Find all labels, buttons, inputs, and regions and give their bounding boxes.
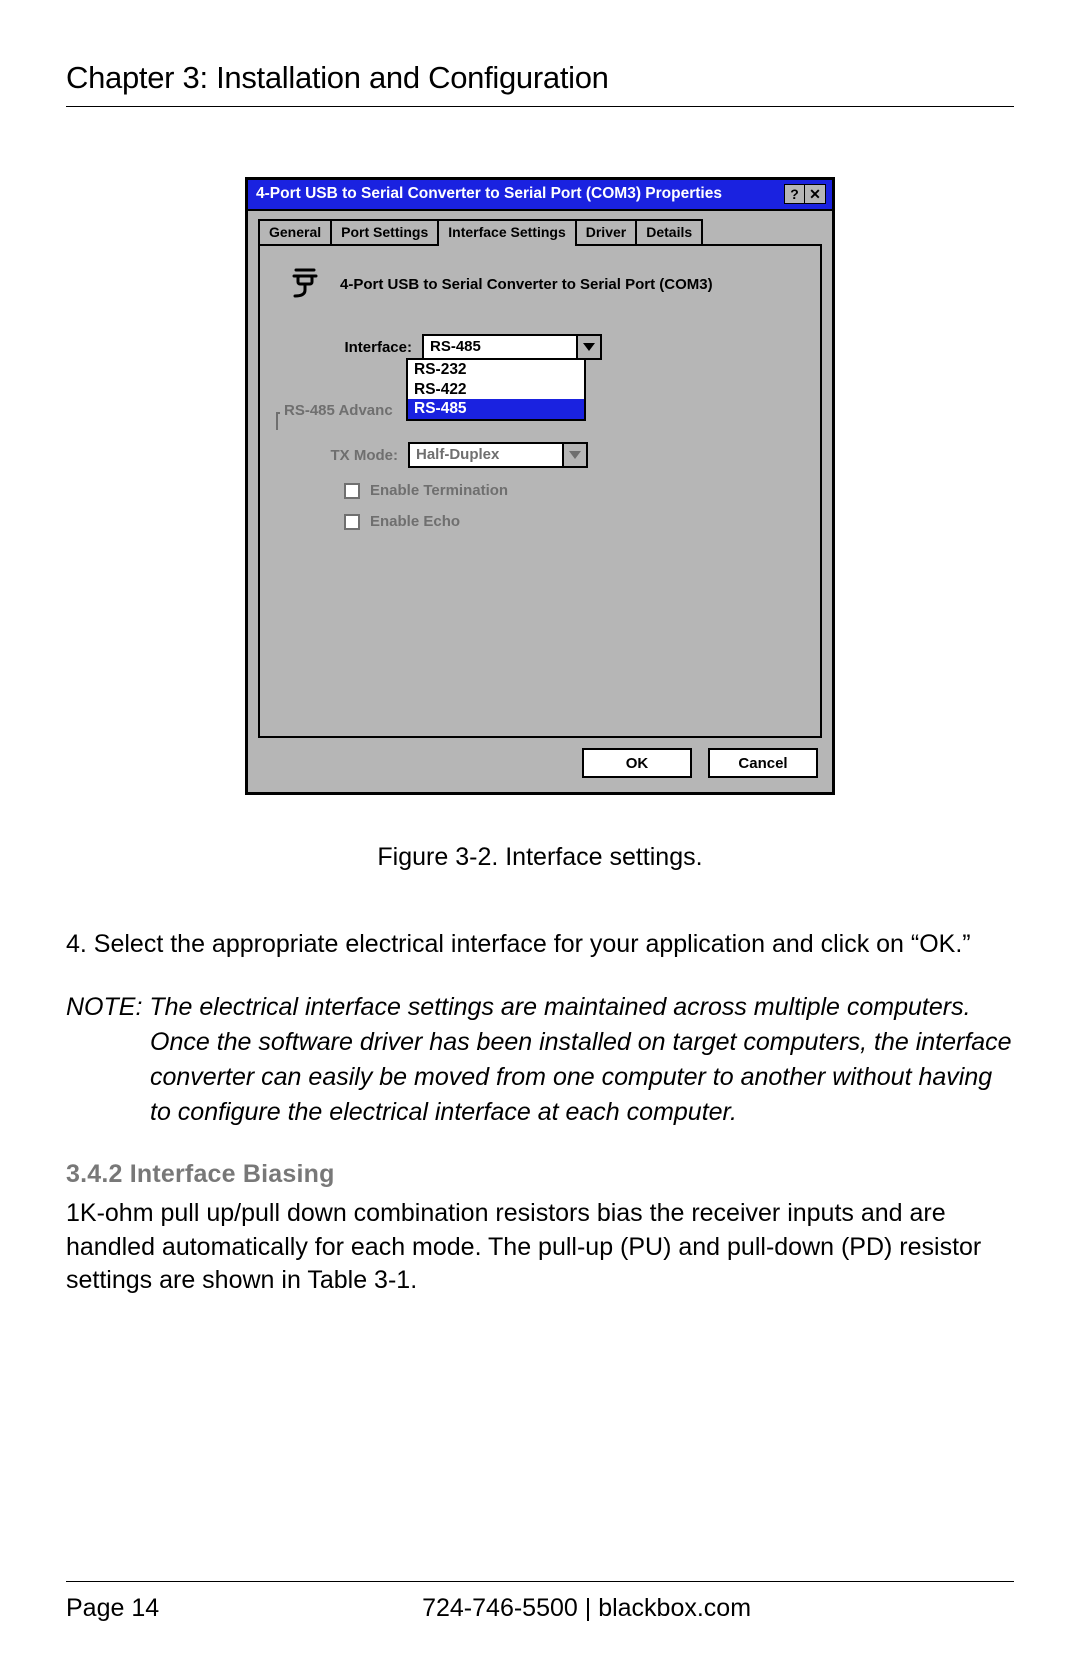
interface-dropdown[interactable]: RS-232 RS-422 RS-485: [406, 358, 586, 421]
biasing-paragraph: 1K-ohm pull up/pull down combination res…: [66, 1197, 1014, 1298]
enable-termination-label: Enable Termination: [370, 482, 508, 499]
section-heading: 3.4.2 Interface Biasing: [66, 1160, 1014, 1189]
properties-dialog: 4-Port USB to Serial Converter to Serial…: [245, 177, 835, 795]
device-header-text: 4-Port USB to Serial Converter to Serial…: [340, 276, 713, 293]
help-button[interactable]: ?: [784, 184, 806, 204]
interface-label: Interface:: [302, 339, 422, 356]
footer-phone: 724-746-5500: [422, 1594, 578, 1622]
footer-contact: 724-746-5500 | blackbox.com: [159, 1594, 1014, 1623]
window-title: 4-Port USB to Serial Converter to Serial…: [256, 185, 722, 203]
serial-port-icon: [286, 264, 326, 304]
chevron-down-icon[interactable]: [562, 444, 586, 466]
titlebar: 4-Port USB to Serial Converter to Serial…: [248, 180, 832, 211]
tab-driver[interactable]: Driver: [575, 219, 637, 244]
tab-strip: General Port Settings Interface Settings…: [248, 211, 832, 244]
txmode-combo[interactable]: Half-Duplex: [408, 442, 588, 468]
step-4-text: 4. Select the appropriate electrical int…: [66, 928, 1014, 962]
option-rs485[interactable]: RS-485: [408, 399, 584, 419]
close-button[interactable]: ✕: [804, 184, 826, 204]
option-rs232[interactable]: RS-232: [408, 360, 584, 380]
chapter-title: Chapter 3: Installation and Configuratio…: [66, 60, 1014, 96]
note-lead: NOTE:: [66, 993, 149, 1021]
tab-details[interactable]: Details: [635, 219, 703, 244]
enable-termination-checkbox[interactable]: [344, 483, 360, 499]
question-icon: ?: [790, 186, 799, 202]
footer-rule: [66, 1581, 1014, 1582]
page-number: Page 14: [66, 1594, 159, 1623]
enable-echo-label: Enable Echo: [370, 513, 460, 530]
close-icon: ✕: [809, 186, 821, 203]
interface-combo-value: RS-485: [424, 336, 576, 358]
tab-interface-settings[interactable]: Interface Settings: [437, 219, 576, 246]
option-rs422[interactable]: RS-422: [408, 380, 584, 400]
header-rule: [66, 106, 1014, 107]
cancel-button[interactable]: Cancel: [708, 748, 818, 778]
rs485-advanced-group: RS-485 Advanc TX Mode: Half-Duplex Enabl…: [276, 412, 804, 546]
rs485-advanced-legend: RS-485 Advanc: [280, 402, 397, 419]
chevron-down-icon[interactable]: [576, 336, 600, 358]
txmode-label: TX Mode:: [288, 447, 408, 464]
note-body-rest: Once the software driver has been instal…: [66, 1025, 1014, 1130]
enable-echo-checkbox[interactable]: [344, 514, 360, 530]
tab-panel: 4-Port USB to Serial Converter to Serial…: [258, 244, 822, 738]
tab-general[interactable]: General: [258, 219, 332, 244]
footer-sep: |: [578, 1594, 598, 1622]
note-body-first: The electrical interface settings are ma…: [149, 993, 970, 1021]
page-footer: Page 14 724-746-5500 | blackbox.com: [0, 1573, 1080, 1623]
note-text: NOTE: The electrical interface settings …: [66, 990, 1014, 1130]
figure-caption: Figure 3-2. Interface settings.: [66, 843, 1014, 872]
txmode-combo-value: Half-Duplex: [410, 444, 562, 466]
tab-port-settings[interactable]: Port Settings: [330, 219, 439, 244]
ok-button[interactable]: OK: [582, 748, 692, 778]
footer-site: blackbox.com: [598, 1594, 751, 1622]
interface-combo[interactable]: RS-485: [422, 334, 602, 360]
